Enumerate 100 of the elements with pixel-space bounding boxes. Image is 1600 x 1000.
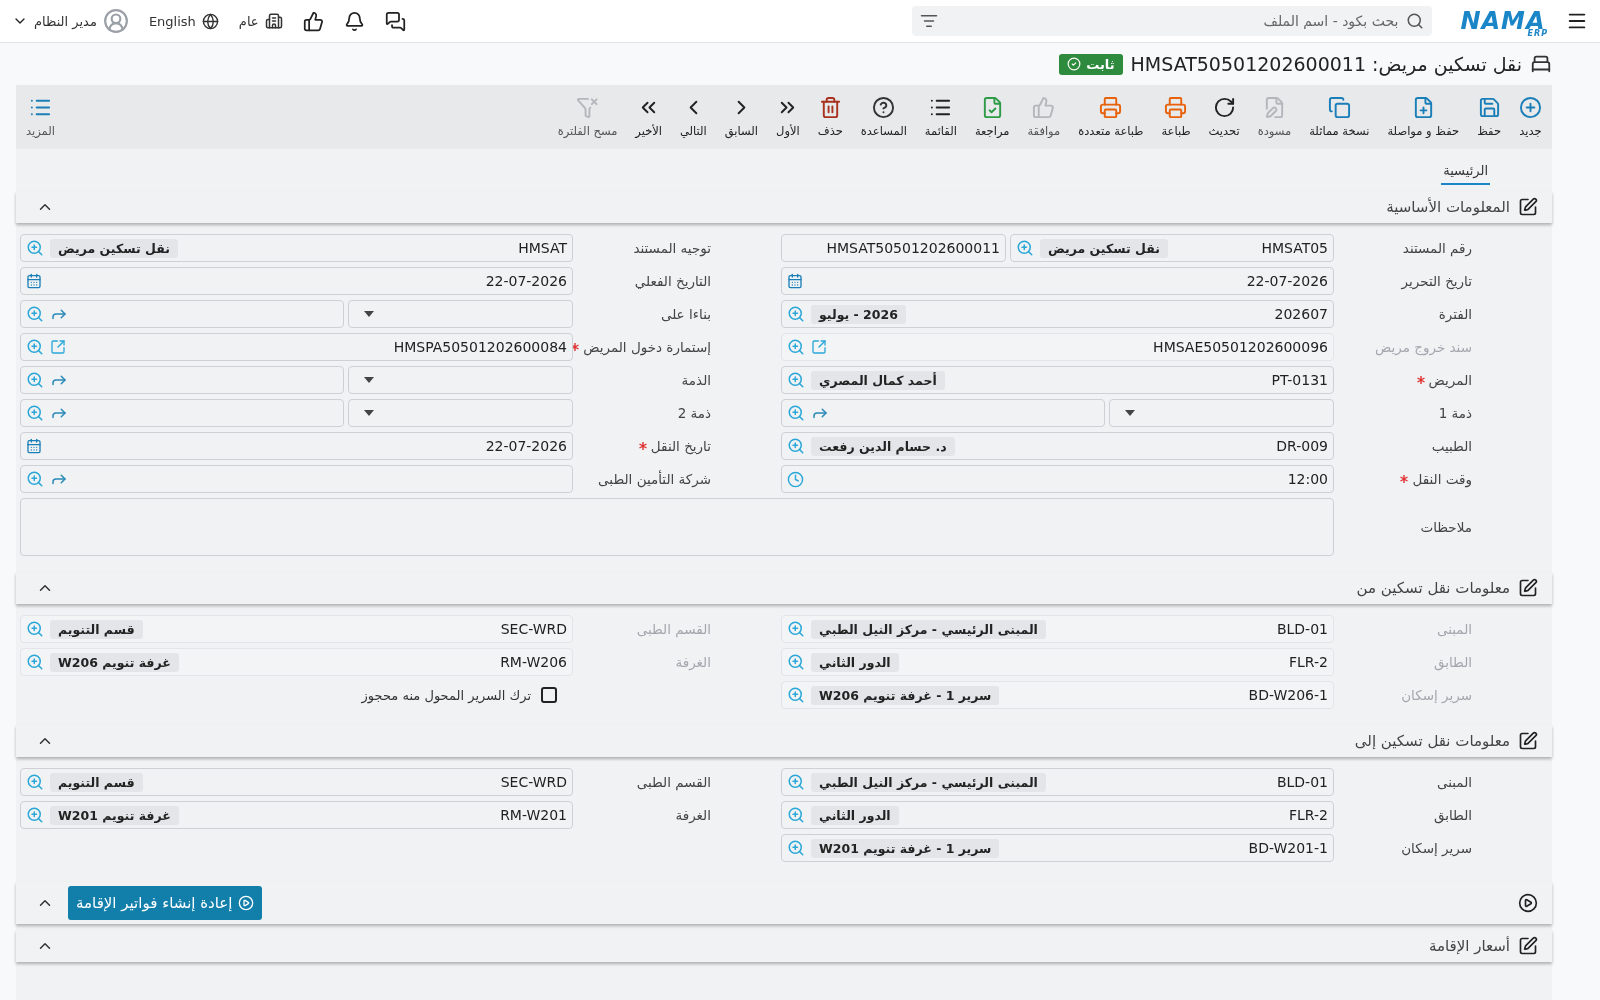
thumbs-up-icon[interactable] <box>302 10 324 32</box>
value-tag: سرير 1 - غرفة تنويم W201 <box>811 838 1000 858</box>
caret-icon <box>364 377 374 383</box>
edit-icon <box>1518 578 1538 598</box>
value-tag: الدور الثاني <box>811 805 899 825</box>
calendar-icon[interactable] <box>26 273 42 289</box>
search-plus-icon[interactable] <box>26 470 44 488</box>
lookup-field[interactable] <box>20 399 344 427</box>
field-label: سرير إسكان <box>1401 687 1472 703</box>
field-label: القسم الطبى <box>636 621 711 637</box>
play-icon <box>238 895 255 911</box>
field-label: الفترة <box>1438 306 1472 322</box>
field-label: الطابق <box>1433 807 1472 823</box>
date-field[interactable]: 22-07-2026 <box>20 432 573 460</box>
toolbar-button[interactable]: جديد <box>1517 96 1544 138</box>
link-field[interactable]: HMSPA50501202600084 <box>20 333 573 361</box>
toolbar-button[interactable]: حفظ <box>1475 96 1503 138</box>
search-plus-icon[interactable] <box>1016 239 1034 257</box>
search-input[interactable]: بحث بكود - اسم الملف <box>944 12 1401 30</box>
search-plus-icon[interactable] <box>787 773 805 791</box>
globe-icon <box>201 12 219 30</box>
clock-icon[interactable] <box>787 470 804 488</box>
edit-icon <box>1518 936 1538 956</box>
toolbar-button[interactable]: حفظ و مواصلة <box>1385 96 1462 138</box>
dropdown-field[interactable] <box>348 366 573 394</box>
toolbar-button[interactable]: طباعة متعددة <box>1076 96 1146 138</box>
toolbar-button[interactable]: طباعة <box>1159 96 1193 138</box>
field-value: RM-W201 <box>500 807 567 823</box>
toolbar-button[interactable]: القائمة <box>922 96 959 138</box>
toolbar-button[interactable]: التالي <box>678 96 709 138</box>
search-icon <box>1406 12 1425 30</box>
field-label: الغرفة <box>675 654 711 670</box>
field-value: HMSAE50501202600096 <box>1153 339 1328 355</box>
value-tag: غرفة تنويم W201 <box>50 805 179 825</box>
search-field[interactable]: بحث بكود - اسم الملف <box>912 6 1433 36</box>
toolbar-button[interactable]: السابق <box>722 96 761 138</box>
bed-icon <box>1530 53 1552 75</box>
search-plus-icon[interactable] <box>787 371 805 389</box>
time-field[interactable]: 12:00 <box>781 465 1334 493</box>
notes-field[interactable] <box>20 498 1334 556</box>
search-plus-icon[interactable] <box>26 404 44 422</box>
toolbar-button[interactable]: تحديث <box>1206 96 1242 138</box>
number-field[interactable]: HMSAT50501202600011 <box>781 234 1006 262</box>
field-value: SEC-WRD <box>500 774 567 790</box>
avatar-icon <box>102 8 129 34</box>
search-plus-icon[interactable] <box>26 806 44 824</box>
search-plus-icon[interactable] <box>26 305 44 323</box>
search-plus-icon[interactable] <box>787 839 805 857</box>
search-plus-icon[interactable] <box>787 806 805 824</box>
value-tag: قسم التنويم <box>50 772 143 792</box>
dropdown-field[interactable] <box>348 399 573 427</box>
search-plus-icon[interactable] <box>26 239 44 257</box>
language-selector[interactable]: English <box>148 12 219 30</box>
lookup-field[interactable] <box>781 399 1105 427</box>
field-value: FLR-2 <box>1289 807 1328 823</box>
chat-icon[interactable] <box>384 10 406 32</box>
value-tag: د. حسام الدين رفعت <box>811 436 955 456</box>
toolbar-button[interactable]: حذف <box>815 96 845 138</box>
search-plus-icon[interactable] <box>787 437 805 455</box>
search-plus-icon[interactable] <box>26 338 44 356</box>
field-label: المريض <box>1428 372 1472 388</box>
search-plus-icon[interactable] <box>26 371 44 389</box>
caret-icon <box>364 410 374 416</box>
date-field[interactable]: 22-07-2026 <box>20 267 573 295</box>
field-value: HMSAT50501202600011 <box>826 240 1000 256</box>
lookup-field[interactable] <box>20 300 344 328</box>
field-label: توجيه المستند <box>633 240 711 256</box>
bell-icon[interactable] <box>343 10 365 32</box>
status-badge: ثابت <box>1059 53 1123 75</box>
action-button[interactable]: إعادة إنشاء فواتير الإقامة <box>68 886 263 920</box>
search-plus-icon[interactable] <box>787 305 805 323</box>
value-tag: نقل تسكين مريض <box>1040 238 1168 258</box>
date-field[interactable]: 22-07-2026 <box>781 267 1334 295</box>
search-plus-icon[interactable] <box>26 773 44 791</box>
field-value: DR-009 <box>1276 438 1328 454</box>
external-link-icon[interactable] <box>50 339 66 355</box>
dropdown-field[interactable] <box>1109 399 1334 427</box>
toolbar-button[interactable]: مراجعة <box>972 96 1012 138</box>
user-menu[interactable]: مدير النظام <box>12 8 129 34</box>
company-selector[interactable]: عام <box>238 12 283 30</box>
field-label: سند خروج مريض <box>1374 339 1472 355</box>
search-plus-icon[interactable] <box>787 404 805 422</box>
tab[interactable]: الرئيسية <box>1441 163 1490 185</box>
toolbar-button[interactable]: الأخير <box>633 96 664 138</box>
toolbar-button[interactable]: المساعدة <box>858 96 909 138</box>
field-value: BD-W206-1 <box>1248 687 1328 703</box>
field-label: رقم المستند <box>1402 240 1472 256</box>
calendar-icon[interactable] <box>26 438 42 454</box>
play-icon <box>1518 893 1538 913</box>
section-title: معلومات نقل تسكين إلى <box>1354 732 1510 750</box>
field-value: 12:00 <box>1287 471 1328 487</box>
checkbox[interactable] <box>541 687 557 703</box>
filter-icon[interactable] <box>920 12 939 30</box>
toolbar-button[interactable]: الأول <box>774 96 802 138</box>
calendar-icon[interactable] <box>787 273 803 289</box>
toolbar-button[interactable]: المزيد <box>24 96 57 138</box>
lookup-field[interactable] <box>20 465 573 493</box>
lookup-field[interactable] <box>20 366 344 394</box>
dropdown-field[interactable] <box>348 300 573 328</box>
toolbar-button[interactable]: نسخة مماثلة <box>1307 96 1372 138</box>
